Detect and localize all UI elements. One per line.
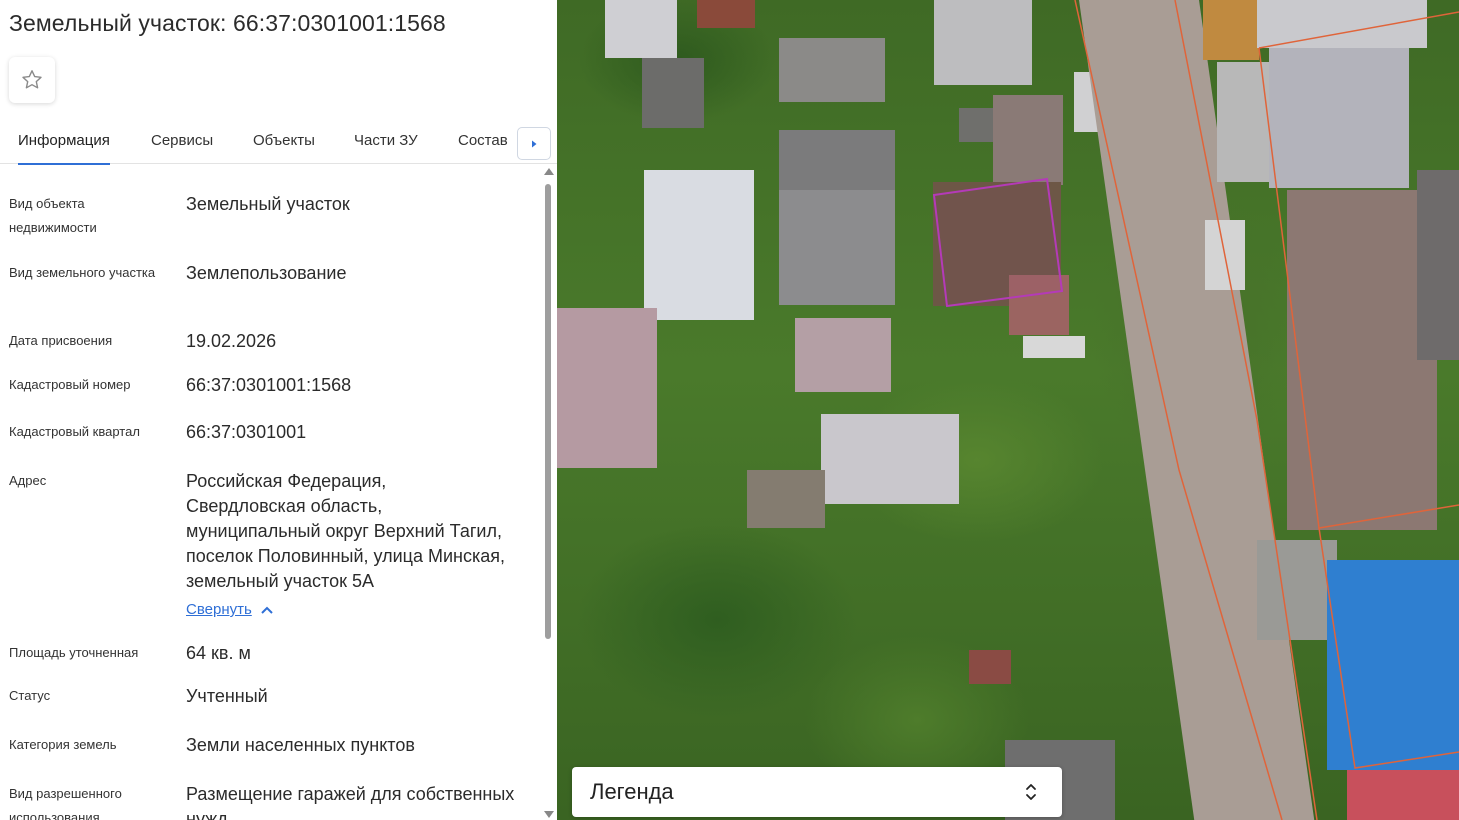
tabs-next-button[interactable] <box>517 127 551 160</box>
row-value: 64 кв. м <box>186 643 251 663</box>
row-value: Размещение гаражей для собственных нужд <box>186 784 515 820</box>
page-title: Земельный участок: 66:37:0301001:1568 <box>9 10 446 36</box>
row-label: Категория земель <box>9 737 117 752</box>
chevron-up-icon <box>261 606 273 614</box>
caret-right-icon <box>532 140 537 147</box>
tab-bar: Информация Сервисы Объекты Части ЗУ Сост… <box>0 118 557 165</box>
row-label: Кадастровый квартал <box>9 424 140 439</box>
row-value: 66:37:0301001:1568 <box>186 375 352 395</box>
row-value: Российская Федерация, Свердловская облас… <box>186 471 506 591</box>
row-value: Землепользование <box>186 263 347 283</box>
row-label: Вид земельного участка <box>9 265 156 280</box>
legend-panel[interactable]: Легенда <box>572 767 1062 817</box>
scroll-up-arrow[interactable] <box>544 168 554 175</box>
row-value: Учтенный <box>186 686 268 706</box>
parcel-overlay <box>932 0 1459 820</box>
row-value: 19.02.2026 <box>186 331 277 351</box>
info-panel: Земельный участок: 66:37:0301001:1568 Ин… <box>0 0 557 820</box>
tab-parcel-parts[interactable]: Части ЗУ <box>354 118 418 164</box>
tab-services[interactable]: Сервисы <box>151 118 213 164</box>
row-label: Вид разрешенного использования <box>9 786 122 820</box>
legend-title: Легенда <box>590 779 674 804</box>
row-value: 66:37:0301001 <box>186 422 307 442</box>
chevron-up-down-icon[interactable] <box>1024 781 1038 803</box>
row-value: Земли населенных пунктов <box>186 735 415 755</box>
row-label: Вид объекта недвижимости <box>9 196 97 235</box>
tab-composition[interactable]: Состав <box>458 118 508 164</box>
scroll-thumb[interactable] <box>545 184 551 639</box>
parcel-boundary <box>1318 527 1459 769</box>
favorite-button[interactable] <box>9 57 55 103</box>
info-list: Вид объекта недвижимости Земельный участ… <box>0 164 540 820</box>
collapse-link[interactable]: Свернуть <box>186 601 274 618</box>
row-label: Кадастровый номер <box>9 377 131 392</box>
map-view[interactable] <box>557 0 1459 820</box>
row-label: Площадь уточненная <box>9 645 139 660</box>
parcel-boundary <box>1258 47 1459 529</box>
tab-objects[interactable]: Объекты <box>253 118 315 164</box>
row-value: Земельный участок <box>186 194 350 214</box>
row-label: Дата присвоения <box>9 333 113 348</box>
row-label: Статус <box>9 688 51 703</box>
tab-information[interactable]: Информация <box>18 118 110 165</box>
row-label: Адрес <box>9 473 47 488</box>
scroll-down-arrow[interactable] <box>544 811 554 818</box>
star-outline-icon <box>22 70 42 89</box>
parcel-boundary <box>1258 11 1459 49</box>
parcel-boundary <box>1074 0 1283 820</box>
selected-parcel[interactable] <box>932 177 1064 308</box>
collapse-link-label: Свернуть <box>186 601 252 618</box>
panel-scrollbar[interactable] <box>542 166 554 820</box>
